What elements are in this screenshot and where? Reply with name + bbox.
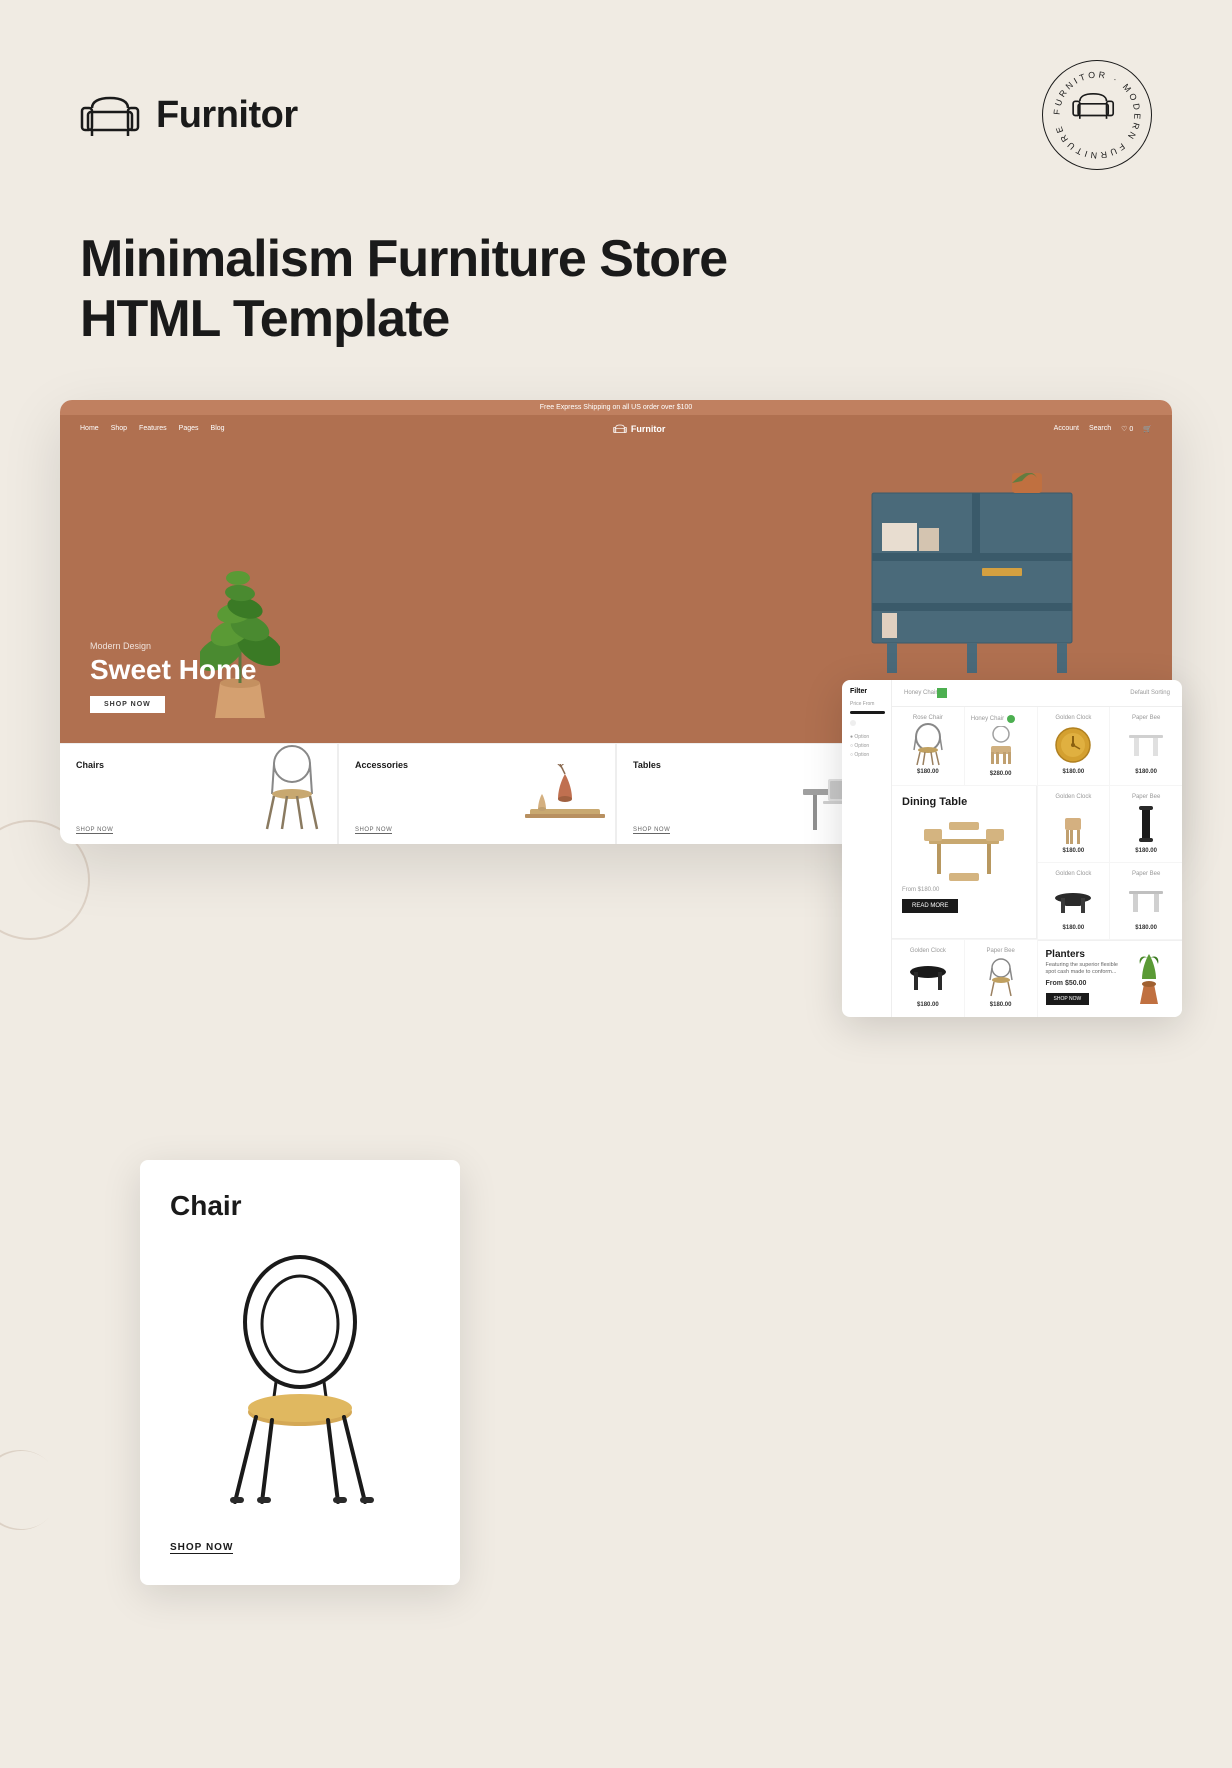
price-slider <box>850 711 885 714</box>
product-cell-4: Paper Bee $180.00 <box>1110 707 1182 785</box>
dining-info: From $180.00 <box>902 887 1026 893</box>
shop-grid-overlay: Filter Price From ● Option ○ Option ○ Op… <box>842 680 1182 1017</box>
planters-cell: Planters Featuring the superior flexible… <box>1038 940 1183 1017</box>
chair-card-title: Chair <box>170 1190 430 1222</box>
filter-price: Price From <box>850 701 883 707</box>
product-cell-5: Golden Clock $180.00 <box>1038 786 1110 862</box>
featured-dining-table: Dining Table <box>892 786 1037 939</box>
logo-area: Furnitor <box>80 90 298 140</box>
category-accessories: Accessories SHOP NOW <box>338 744 616 844</box>
filter-label: Filter <box>850 688 883 695</box>
page-title: Minimalism Furniture Store HTML Template <box>80 230 1152 350</box>
category-accessories-shop[interactable]: SHOP NOW <box>355 827 392 834</box>
hero-label: Modern Design <box>90 641 257 651</box>
dining-table-img <box>902 815 1026 885</box>
products-area: Honey Chair Default Sorting Rose Chair $… <box>892 680 1182 1017</box>
product-cell-8: Paper Bee $180.00 <box>1110 863 1182 939</box>
chair-card-image <box>170 1242 430 1522</box>
shop-grid-header: Honey Chair Default Sorting <box>892 680 1182 707</box>
nav-links: Home Shop Features Pages Blog <box>80 425 225 432</box>
nav-logo: Furnitor <box>613 423 666 435</box>
product-cell-10: Paper Bee $180.00 <box>965 940 1037 1017</box>
hero-furniture <box>812 473 1112 703</box>
badge-green <box>937 688 947 698</box>
category-chairs: Chairs SHOP NOW <box>60 744 338 844</box>
planters-shop-button[interactable]: SHOP NOW <box>1046 993 1090 1005</box>
hero-shop-button[interactable]: SHOP NOW <box>90 696 165 713</box>
site-announcement: Free Express Shipping on all US order ov… <box>60 400 1172 415</box>
shop-layout: Filter Price From ● Option ○ Option ○ Op… <box>842 680 1182 1017</box>
featured-title: Dining Table <box>902 796 1026 809</box>
hero-content: Modern Design Sweet Home SHOP NOW <box>90 641 257 713</box>
new-badge <box>1007 715 1015 723</box>
chair-card-shop-button[interactable]: SHOP NOW <box>170 1542 233 1554</box>
accessories-thumbnail <box>520 764 610 839</box>
product-cell-6: Paper Bee $180.00 <box>1110 786 1182 862</box>
hero-title: Sweet Home <box>90 655 257 686</box>
category-tables-shop[interactable]: SHOP NOW <box>633 827 670 834</box>
product-cell-9: Golden Clock $180.00 <box>892 940 964 1017</box>
title-section: Minimalism Furniture Store HTML Template <box>0 210 1232 400</box>
nav-right: Account Search ♡ 0 🛒 <box>1054 425 1152 433</box>
filter-dot <box>850 720 856 726</box>
planters-price: From $50.00 <box>1046 980 1119 987</box>
decoration-arc <box>0 1433 77 1546</box>
svg-text:FURNITOR · MODERN FURNITURE ·: FURNITOR · MODERN FURNITURE · <box>1043 61 1143 161</box>
planters-text: Planters Featuring the superior flexible… <box>1046 949 1119 1009</box>
site-navigation: Home Shop Features Pages Blog Furnitor A… <box>60 415 1172 443</box>
shop-products-grid: Rose Chair $180.00 Honey Chair $280.00 <box>892 707 1182 1017</box>
product-cell-2: Honey Chair $280.00 <box>965 707 1037 785</box>
brand-name: Furnitor <box>156 94 298 137</box>
filter-options: ● Option ○ Option ○ Option <box>850 734 883 758</box>
planters-title: Planters <box>1046 949 1119 960</box>
featured-read-more-button[interactable]: READ MORE <box>902 899 958 913</box>
category-chairs-shop[interactable]: SHOP NOW <box>76 827 113 834</box>
mockup-container: Free Express Shipping on all US order ov… <box>60 400 1172 844</box>
planters-img <box>1124 949 1174 1009</box>
filter-sidebar: Filter Price From ● Option ○ Option ○ Op… <box>842 680 892 1017</box>
chair-thumbnail <box>252 744 332 839</box>
sofa-icon <box>80 90 140 140</box>
planters-desc: Featuring the superior flexible spot cas… <box>1046 962 1119 976</box>
page-header: Furnitor FURNITOR · MODERN FURNITURE · <box>0 0 1232 210</box>
brand-badge: FURNITOR · MODERN FURNITURE · <box>1042 60 1152 170</box>
product-cell-3: Golden Clock $180.00 <box>1038 707 1110 785</box>
product-cell-7: Golden Clock $180.00 <box>1038 863 1110 939</box>
chair-product-card: Chair <box>140 1160 460 1585</box>
product-cell-1: Rose Chair $180.00 <box>892 707 964 785</box>
